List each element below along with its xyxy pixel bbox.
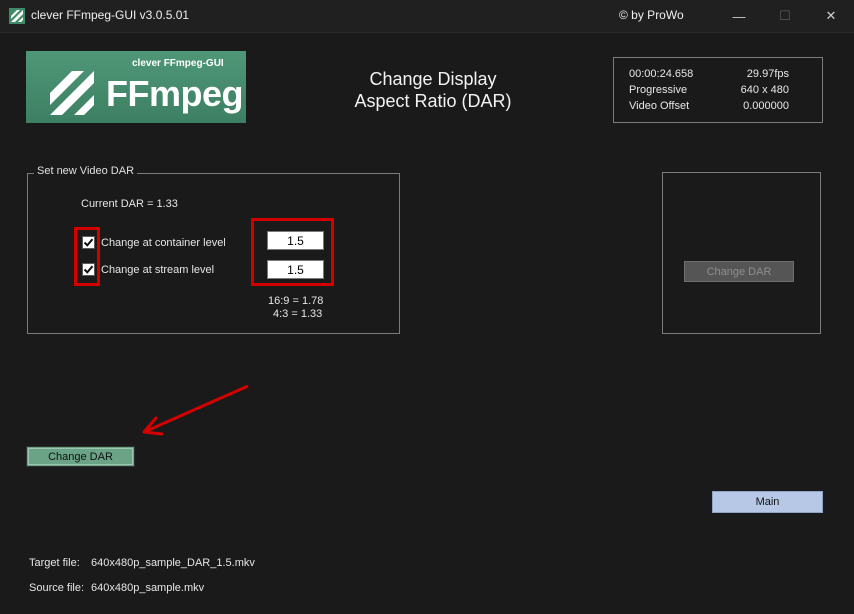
window-title: clever FFmpeg-GUI v3.0.5.01 <box>31 8 190 22</box>
container-level-checkbox[interactable] <box>82 236 95 249</box>
logo-subtitle: clever FFmpeg-GUI <box>132 58 224 69</box>
source-file-label: Source file: <box>29 582 85 594</box>
ratio-note-16-9: 16:9 = 1.78 <box>268 295 324 307</box>
preview-panel <box>662 172 821 334</box>
window-credit: © by ProWo <box>619 8 684 22</box>
source-file-value: 640x480p_sample.mkv <box>91 582 205 594</box>
maximize-button[interactable]: ☐ <box>762 0 808 32</box>
video-resolution: 640 x 480 <box>740 84 789 96</box>
minimize-button[interactable]: — <box>716 0 762 32</box>
current-dar-text: Current DAR = 1.33 <box>81 198 178 210</box>
title-bar: clever FFmpeg-GUI v3.0.5.01 © by ProWo —… <box>0 0 854 33</box>
ratio-note-4-3: 4:3 = 1.33 <box>273 308 323 320</box>
ffmpeg-app-icon <box>9 8 25 24</box>
target-file-value: 640x480p_sample_DAR_1.5.mkv <box>91 557 255 569</box>
page-heading: Change Display Aspect Ratio (DAR) <box>333 68 533 112</box>
checkmark-icon <box>83 238 94 247</box>
video-offset-value: 0.000000 <box>743 100 789 112</box>
video-offset-label: Video Offset <box>629 100 690 112</box>
video-duration: 00:00:24.658 <box>629 68 694 80</box>
main-button[interactable]: Main <box>712 491 823 513</box>
video-info-panel: 00:00:24.658 29.97fps Progressive 640 x … <box>613 57 823 123</box>
container-dar-input[interactable] <box>267 231 324 250</box>
video-scan-type: Progressive <box>629 84 688 96</box>
target-file-label: Target file: <box>29 557 80 569</box>
ffmpeg-mark-icon <box>50 71 94 115</box>
stream-level-checkbox[interactable] <box>82 263 95 276</box>
minimize-icon: — <box>732 8 746 24</box>
page-heading-line2: Aspect Ratio (DAR) <box>354 91 512 111</box>
stream-dar-input[interactable] <box>267 260 324 279</box>
maximize-icon: ☐ <box>779 8 791 23</box>
close-button[interactable]: ✕ <box>808 0 854 32</box>
container-level-label: Change at container level <box>101 237 226 249</box>
stream-level-label: Change at stream level <box>101 264 215 276</box>
page-heading-line1: Change Display <box>369 69 497 89</box>
change-dar-button-disabled: Change DAR <box>684 261 794 282</box>
video-fps: 29.97fps <box>746 68 789 80</box>
dar-group-title: Set new Video DAR <box>34 165 138 177</box>
logo-name: FFmpeg <box>106 73 244 114</box>
ffmpeg-logo: clever FFmpeg-GUI FFmpeg <box>26 51 246 123</box>
red-arrow-annotation <box>142 384 249 436</box>
close-icon: ✕ <box>825 8 837 23</box>
change-dar-button[interactable]: Change DAR <box>26 446 135 467</box>
checkmark-icon <box>83 265 94 274</box>
